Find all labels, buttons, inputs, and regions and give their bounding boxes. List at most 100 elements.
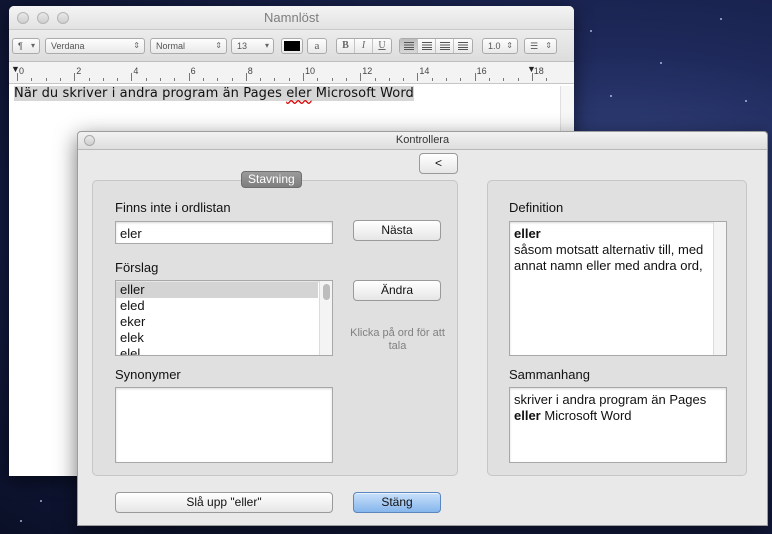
next-button[interactable]: Nästa xyxy=(353,220,441,241)
definition-box[interactable]: eller såsom motsatt alternativ till, med… xyxy=(509,221,727,356)
misspelled-word-field[interactable]: eler xyxy=(115,221,333,244)
ruler-tick xyxy=(245,73,247,81)
italic-button[interactable]: I xyxy=(355,39,373,53)
ruler-tick xyxy=(160,78,161,81)
ruler-tick xyxy=(231,78,233,81)
align-center-button[interactable] xyxy=(418,39,436,53)
ruler-number: 8 xyxy=(247,66,253,76)
back-button[interactable]: < xyxy=(419,153,458,174)
ruler-tick xyxy=(217,78,219,81)
ruler-tick xyxy=(174,78,176,81)
format-bar: ¶ ▾ Verdana ⇕ Normal ⇕ 13 ▾ a B I U 1.0 ⇕ xyxy=(9,30,574,62)
ruler-number: 4 xyxy=(133,66,139,76)
change-button[interactable]: Ändra xyxy=(353,280,441,301)
font-family-popup[interactable]: Verdana ⇕ xyxy=(45,38,145,54)
panel-titlebar: Kontrollera xyxy=(78,132,767,150)
paragraph-style-label: ¶ xyxy=(18,41,23,51)
synonyms-list[interactable] xyxy=(115,387,333,463)
ruler-tick xyxy=(188,73,190,81)
typeface-popup[interactable]: Normal ⇕ xyxy=(150,38,227,54)
align-right-button[interactable] xyxy=(436,39,454,53)
align-left-button[interactable] xyxy=(400,39,418,53)
suggestion-item[interactable]: elel xyxy=(116,346,318,355)
align-justify-icon xyxy=(458,42,468,50)
definition-scrollbar[interactable] xyxy=(713,222,726,355)
context-text-after: Microsoft Word xyxy=(540,408,632,423)
line-spacing-label: 1.0 xyxy=(488,41,501,51)
text-color-swatch xyxy=(284,41,300,51)
ruler-tick xyxy=(45,78,47,81)
ruler-tick xyxy=(317,78,319,81)
star-speck xyxy=(20,520,22,522)
line-spacing-popup[interactable]: 1.0 ⇕ xyxy=(482,38,518,54)
typeface-label: Normal xyxy=(156,41,186,51)
align-right-icon xyxy=(439,42,450,50)
ruler-tick xyxy=(503,78,505,81)
section-tab-stavning[interactable]: Stavning xyxy=(241,171,302,188)
misspelled-word-value: eler xyxy=(120,226,142,241)
suggestions-scrollbar[interactable] xyxy=(319,281,332,355)
align-justify-button[interactable] xyxy=(454,39,472,53)
suggestion-item[interactable]: eker xyxy=(116,314,318,330)
text-color-well[interactable] xyxy=(281,38,303,54)
ruler-tick xyxy=(388,78,390,81)
font-family-label: Verdana xyxy=(51,41,85,51)
synonyms-label: Synonymer xyxy=(115,367,181,382)
ruler-number: 12 xyxy=(362,66,373,76)
ruler-tick xyxy=(274,78,276,81)
ruler-tick xyxy=(131,73,133,81)
alignment-segment xyxy=(399,38,473,54)
ruler-tick xyxy=(374,78,376,81)
list-icon: ☰ xyxy=(530,41,539,51)
star-speck xyxy=(590,30,592,32)
ruler-number: 14 xyxy=(419,66,430,76)
ruler-tick xyxy=(145,78,147,81)
ruler-number: 18 xyxy=(533,66,544,76)
context-box[interactable]: skriver i andra program än Pages eller M… xyxy=(509,387,727,463)
list-style-popup[interactable]: ☰ ⇕ xyxy=(524,38,557,54)
paragraph-style-popup[interactable]: ¶ ▾ xyxy=(12,38,40,54)
align-center-icon xyxy=(421,42,432,50)
ruler-tick xyxy=(531,73,533,81)
ruler-tick xyxy=(345,78,347,81)
ruler-tick xyxy=(17,73,18,81)
ruler-tick xyxy=(260,78,262,81)
ruler-tick xyxy=(546,78,548,81)
suggestions-label: Förslag xyxy=(115,260,159,275)
document-titlebar: Namnlöst xyxy=(9,6,574,30)
suggestions-scroll-thumb[interactable] xyxy=(323,284,330,300)
suggestion-item[interactable]: eller xyxy=(116,282,318,298)
bold-button[interactable]: B xyxy=(337,39,355,53)
ruler[interactable]: ▼ ▼ 0 2 4 6 8 10 12 14 16 18 xyxy=(9,62,574,84)
definition-word: eller xyxy=(514,226,541,241)
document-title: Namnlöst xyxy=(264,10,319,25)
panel-title: Kontrollera xyxy=(395,134,450,146)
look-up-button[interactable]: Slå upp "eller" xyxy=(115,492,333,513)
ruler-tick xyxy=(403,78,405,81)
ruler-tick xyxy=(117,78,119,81)
speak-hint: Klicka på ord för att tala xyxy=(350,327,445,352)
ruler-number: 0 xyxy=(19,66,25,76)
ruler-tick xyxy=(446,78,447,81)
text-style-segment: B I U xyxy=(336,38,392,54)
misspelled-word[interactable]: eler xyxy=(286,86,311,101)
ruler-tick xyxy=(360,73,362,81)
suggestions-list[interactable]: eller eled eker elek elel xyxy=(115,280,333,356)
ruler-tick xyxy=(88,78,90,81)
ruler-tick xyxy=(431,78,433,81)
align-left-icon xyxy=(403,42,414,50)
ruler-tick xyxy=(460,78,462,81)
star-speck xyxy=(720,18,722,20)
definition-text: såsom motsatt alternativ till, med annat… xyxy=(514,242,704,273)
suggestion-item[interactable]: elek xyxy=(116,330,318,346)
ruler-tick xyxy=(59,78,61,81)
document-body-text[interactable]: När du skriver i andra program än Pages … xyxy=(14,86,414,101)
font-size-combo[interactable]: 13 ▾ xyxy=(231,38,274,54)
ruler-number: 10 xyxy=(305,66,316,76)
not-in-dictionary-label: Finns inte i ordlistan xyxy=(115,200,231,215)
suggestion-item[interactable]: eled xyxy=(116,298,318,314)
underline-button[interactable]: U xyxy=(373,39,391,53)
context-word: eller xyxy=(514,408,541,423)
close-button[interactable]: Stäng xyxy=(353,492,441,513)
character-style-button[interactable]: a xyxy=(307,38,327,54)
